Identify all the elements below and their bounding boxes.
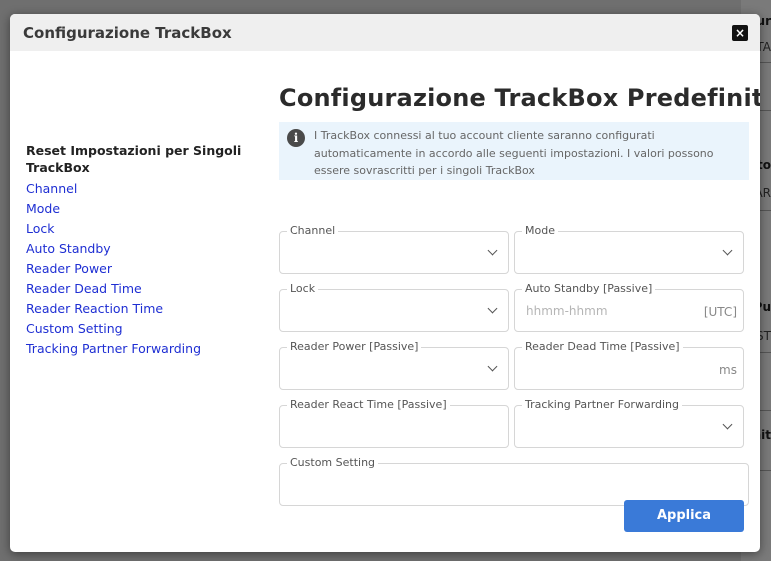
chevron-down-icon bbox=[487, 361, 498, 372]
sidebar-link-reader-reaction-time[interactable]: Reader Reaction Time bbox=[26, 299, 256, 319]
tracking-partner-forwarding-select[interactable]: Tracking Partner Forwarding bbox=[514, 398, 744, 448]
sidebar-heading: Reset Impostazioni per Singoli TrackBox bbox=[26, 143, 242, 175]
chevron-down-icon bbox=[487, 245, 498, 256]
trackbox-config-modal: Configurazione TrackBox × Reset Impostaz… bbox=[10, 14, 760, 552]
tracking-partner-forwarding-label: Tracking Partner Forwarding bbox=[522, 398, 683, 411]
auto-standby-input[interactable]: Auto Standby [Passive] hhmm-hhmm [UTC] bbox=[514, 282, 744, 332]
sidebar-link-lock[interactable]: Lock bbox=[26, 219, 256, 239]
chevron-down-icon bbox=[722, 419, 733, 430]
apply-button[interactable]: Applica bbox=[624, 500, 744, 532]
reader-react-time-input[interactable]: Reader React Time [Passive] bbox=[279, 398, 509, 448]
lock-label: Lock bbox=[287, 282, 319, 295]
sidebar-link-tracking-partner-forwarding[interactable]: Tracking Partner Forwarding bbox=[26, 339, 256, 359]
auto-standby-label: Auto Standby [Passive] bbox=[522, 282, 656, 295]
sidebar-link-mode[interactable]: Mode bbox=[26, 199, 256, 219]
custom-setting-label: Custom Setting bbox=[287, 456, 379, 469]
info-text: I TrackBox connessi al tuo account clien… bbox=[314, 129, 714, 177]
chevron-down-icon bbox=[722, 245, 733, 256]
reader-power-select[interactable]: Reader Power [Passive] bbox=[279, 340, 509, 390]
reset-sidebar: Reset Impostazioni per Singoli TrackBox … bbox=[26, 142, 256, 359]
ms-suffix: ms bbox=[719, 363, 737, 377]
close-icon[interactable]: × bbox=[732, 24, 748, 41]
lock-select[interactable]: Lock bbox=[279, 282, 509, 332]
reader-dead-time-label: Reader Dead Time [Passive] bbox=[522, 340, 683, 353]
reader-dead-time-input[interactable]: Reader Dead Time [Passive] ms bbox=[514, 340, 744, 390]
info-icon: i bbox=[287, 129, 305, 147]
utc-suffix: [UTC] bbox=[703, 305, 737, 319]
channel-label: Channel bbox=[287, 224, 339, 237]
reader-power-label: Reader Power [Passive] bbox=[287, 340, 422, 353]
sidebar-link-reader-power[interactable]: Reader Power bbox=[26, 259, 256, 279]
chevron-down-icon bbox=[487, 303, 498, 314]
sidebar-link-channel[interactable]: Channel bbox=[26, 179, 256, 199]
auto-standby-placeholder: hhmm-hhmm bbox=[526, 304, 608, 318]
info-banner: i I TrackBox connessi al tuo account cli… bbox=[279, 122, 749, 180]
sidebar-link-reader-dead-time[interactable]: Reader Dead Time bbox=[26, 279, 256, 299]
modal-header: Configurazione TrackBox × bbox=[10, 14, 760, 51]
sidebar-link-auto-standby[interactable]: Auto Standby bbox=[26, 239, 256, 259]
modal-title: Configurazione TrackBox bbox=[23, 23, 232, 42]
channel-select[interactable]: Channel bbox=[279, 224, 509, 274]
reader-react-time-label: Reader React Time [Passive] bbox=[287, 398, 450, 411]
mode-select[interactable]: Mode bbox=[514, 224, 744, 274]
sidebar-link-custom-setting[interactable]: Custom Setting bbox=[26, 319, 256, 339]
mode-label: Mode bbox=[522, 224, 558, 237]
default-config-panel: Configurazione TrackBox Predefinita i I … bbox=[279, 82, 760, 506]
page-title: Configurazione TrackBox Predefinita bbox=[279, 84, 760, 112]
